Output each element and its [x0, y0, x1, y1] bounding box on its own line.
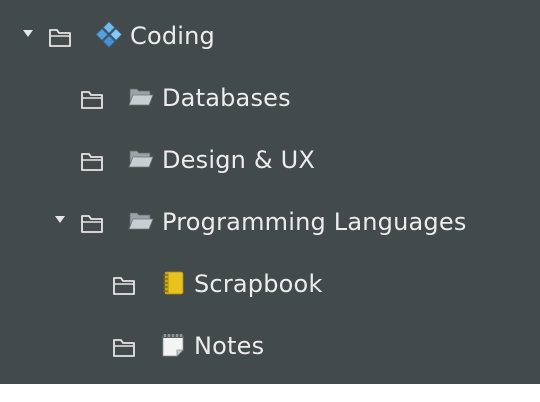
folder-outline-icon — [81, 215, 103, 233]
tree-row-notes[interactable]: Notes — [0, 318, 540, 380]
folder-outline-icon — [49, 29, 71, 47]
folder-outline-icon — [81, 91, 103, 109]
tree-item-label: Coding — [130, 22, 215, 50]
folder-outline-icon — [81, 153, 103, 171]
tree-item-label: Notes — [194, 332, 265, 360]
tree-item-label: Design & UX — [162, 146, 316, 174]
folder-outline-icon — [113, 339, 135, 357]
diamond-tiles-icon — [96, 22, 122, 48]
disclosure-expanded-icon[interactable] — [21, 26, 35, 40]
notepad-icon — [162, 334, 184, 357]
outline-tree-panel: Coding Databases Design & UX Programming… — [0, 0, 540, 384]
tree-row-programming-languages[interactable]: Programming Languages — [0, 194, 540, 256]
tree-row-databases[interactable]: Databases — [0, 70, 540, 132]
tree-item-label: Databases — [162, 84, 291, 112]
bottom-margin — [0, 384, 540, 402]
notebook-icon — [163, 271, 184, 295]
folder-outline-icon — [113, 277, 135, 295]
tree-row-scrapbook[interactable]: Scrapbook — [0, 256, 540, 318]
open-folder-icon — [128, 150, 154, 168]
open-folder-icon — [128, 212, 154, 230]
tree-row-coding[interactable]: Coding — [0, 8, 540, 70]
tree-item-label: Scrapbook — [194, 270, 323, 298]
open-folder-icon — [128, 88, 154, 106]
tree-row-design-ux[interactable]: Design & UX — [0, 132, 540, 194]
tree-item-label: Programming Languages — [162, 208, 467, 236]
disclosure-expanded-icon[interactable] — [53, 212, 67, 226]
